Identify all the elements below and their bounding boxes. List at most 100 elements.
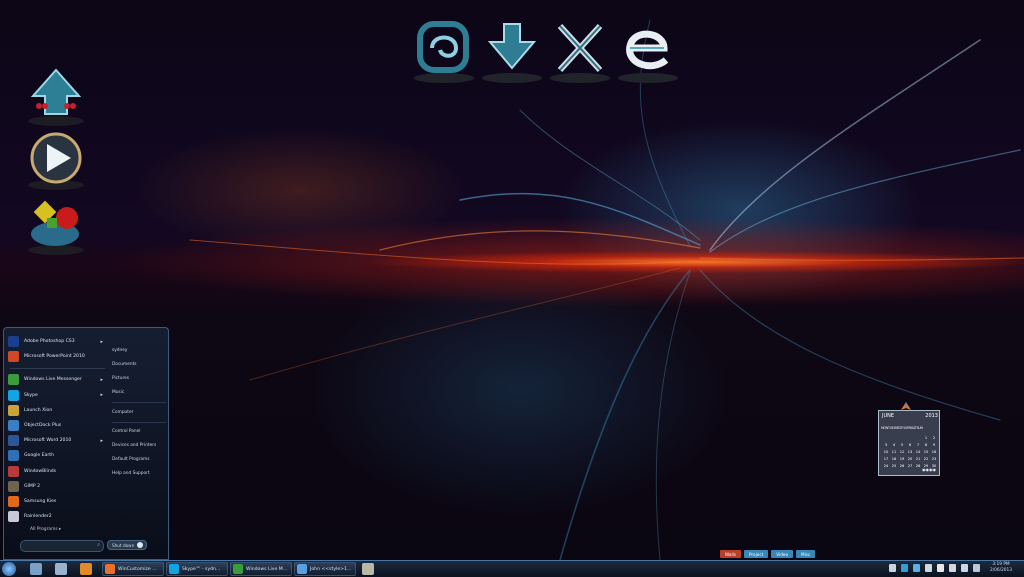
calendar-day[interactable]: 17 xyxy=(882,457,890,461)
network-icon[interactable] xyxy=(913,564,920,572)
calendar-day[interactable] xyxy=(906,436,914,440)
fence-tab[interactable]: Project xyxy=(743,550,769,558)
calendar-day[interactable]: 5 xyxy=(898,443,906,447)
start-menu-item[interactable]: Microsoft PowerPoint 2010 xyxy=(8,349,107,364)
volume-icon[interactable] xyxy=(925,564,932,572)
calendar-day[interactable]: 4 xyxy=(890,443,898,447)
calendar-day[interactable]: 9 xyxy=(930,443,938,447)
calendar-day[interactable]: 13 xyxy=(906,450,914,454)
calendar-day[interactable]: 19 xyxy=(898,457,906,461)
browser-e-icon[interactable] xyxy=(616,18,680,84)
taskbar-button[interactable]: Windows Live M... xyxy=(230,562,292,576)
calendar-day[interactable]: 25 xyxy=(890,464,898,468)
quick-launch-icon[interactable] xyxy=(30,563,42,575)
clock[interactable]: 3:19 PM 2/06/2013 xyxy=(982,562,1020,574)
shield-icon[interactable] xyxy=(937,564,944,572)
calendar-day[interactable]: 6 xyxy=(906,443,914,447)
calendar-day[interactable]: 26 xyxy=(898,464,906,468)
start-menu-item[interactable]: Rainlender2 xyxy=(8,509,107,524)
start-menu-place[interactable]: Default Programs xyxy=(112,453,166,467)
calendar-day[interactable]: 28 xyxy=(914,464,922,468)
calendar-day[interactable]: 21 xyxy=(914,457,922,461)
taskbar: WinCustomize ... Skype™ - sydn... Windows … xyxy=(0,560,1024,577)
calendar-day[interactable]: 12 xyxy=(898,450,906,454)
skype-icon xyxy=(169,564,179,574)
calendar-day[interactable]: 16 xyxy=(930,450,938,454)
start-menu-place[interactable]: Music xyxy=(112,385,166,399)
taskbar-button-label: John <<style>1... xyxy=(310,566,352,572)
fence-tab[interactable]: Misc xyxy=(796,550,816,558)
all-programs-button[interactable]: All Programs ▸ xyxy=(30,527,61,532)
game-icon[interactable] xyxy=(25,196,87,258)
play-icon[interactable] xyxy=(25,130,87,192)
start-orb-button[interactable] xyxy=(2,562,16,576)
chevron-up-icon[interactable] xyxy=(889,564,896,572)
calendar-day[interactable]: 22 xyxy=(922,457,930,461)
start-menu-item-label: Samsung Kies xyxy=(24,498,57,504)
calendar-day[interactable]: 3 xyxy=(882,443,890,447)
start-menu-item-label: Microsoft Word 2010 xyxy=(24,438,72,444)
places-separator xyxy=(112,399,166,404)
fence-tab[interactable]: Video xyxy=(771,550,794,558)
shutdown-button[interactable]: Shut down xyxy=(107,540,147,550)
calendar-nav-icons[interactable]: ◉◉◉◉ xyxy=(922,467,936,472)
taskbar-button[interactable]: John <<style>1... xyxy=(294,562,356,576)
calendar-day[interactable]: 24 xyxy=(882,464,890,468)
start-menu-item[interactable]: Google Earth xyxy=(8,448,107,463)
device-icon[interactable] xyxy=(949,564,956,572)
calendar-day[interactable] xyxy=(914,436,922,440)
taskbar-button[interactable]: WinCustomize ... xyxy=(102,562,164,576)
start-menu-item[interactable]: GIMP 2 xyxy=(8,479,107,494)
notepad-icon[interactable] xyxy=(362,563,374,575)
calendar-day[interactable] xyxy=(890,436,898,440)
calendar-day[interactable]: 8 xyxy=(922,443,930,447)
flag-icon[interactable] xyxy=(901,564,908,572)
calendar-day[interactable]: 23 xyxy=(930,457,938,461)
start-menu-place[interactable]: Control Panel xyxy=(112,425,166,439)
start-menu-place[interactable]: Documents xyxy=(112,358,166,372)
start-menu-item[interactable]: Microsoft Word 2010 ▸ xyxy=(8,433,107,448)
calendar-day[interactable]: 2 xyxy=(930,436,938,440)
start-search-input[interactable]: ⌕ xyxy=(20,540,104,552)
start-menu-item[interactable]: Samsung Kies xyxy=(8,494,107,509)
messenger-icon xyxy=(233,564,243,574)
crossed-tools-icon[interactable] xyxy=(548,18,612,84)
upload-icon[interactable] xyxy=(25,66,87,128)
launch-icon[interactable] xyxy=(412,18,476,84)
start-menu-item[interactable]: ObjectDock Plus xyxy=(8,418,107,433)
start-menu-item-label: Windows Live Messenger xyxy=(24,377,82,383)
calendar-day[interactable] xyxy=(898,436,906,440)
calendar-day[interactable]: 1 xyxy=(922,436,930,440)
start-menu-place[interactable]: sydney xyxy=(112,344,166,358)
calendar-day[interactable]: 20 xyxy=(906,457,914,461)
start-menu-place[interactable]: Help and Support xyxy=(112,466,166,480)
start-menu-item[interactable]: Skype ▸ xyxy=(8,388,107,403)
start-menu-item-label: Adobe Photoshop CS3 xyxy=(24,339,75,345)
library-icon[interactable] xyxy=(55,563,67,575)
google-earth-icon xyxy=(8,450,19,462)
calendar-day[interactable]: 7 xyxy=(914,443,922,447)
battery-icon[interactable] xyxy=(973,564,980,572)
start-menu-item[interactable]: WindowBlinds xyxy=(8,464,107,479)
start-menu-item[interactable]: Windows Live Messenger ▸ xyxy=(8,372,107,387)
calendar-day[interactable]: 15 xyxy=(922,450,930,454)
download-icon[interactable] xyxy=(480,18,544,84)
start-menu-place[interactable]: Pictures xyxy=(112,372,166,386)
media-player-icon[interactable] xyxy=(80,563,92,575)
clock-date: 2/06/2013 xyxy=(989,568,1013,573)
start-menu-place[interactable]: Devices and Printers xyxy=(112,439,166,453)
calendar-day[interactable]: 14 xyxy=(914,450,922,454)
calendar-day[interactable] xyxy=(882,436,890,440)
submenu-arrow-icon: ▸ xyxy=(100,338,103,345)
start-menu-item[interactable]: Launch Xion xyxy=(8,403,107,418)
start-menu-item[interactable]: Adobe Photoshop CS3 ▸ xyxy=(8,334,107,349)
calendar-day[interactable]: 27 xyxy=(906,464,914,468)
fence-tab[interactable]: Walls xyxy=(720,550,741,558)
speaker-icon[interactable] xyxy=(961,564,968,572)
calendar-day[interactable]: 11 xyxy=(890,450,898,454)
calendar-day[interactable]: 18 xyxy=(890,457,898,461)
taskbar-button[interactable]: Skype™ - sydn... xyxy=(166,562,228,576)
submenu-arrow-icon: ▸ xyxy=(100,392,103,399)
start-menu-place[interactable]: Computer xyxy=(112,405,166,419)
calendar-day[interactable]: 10 xyxy=(882,450,890,454)
